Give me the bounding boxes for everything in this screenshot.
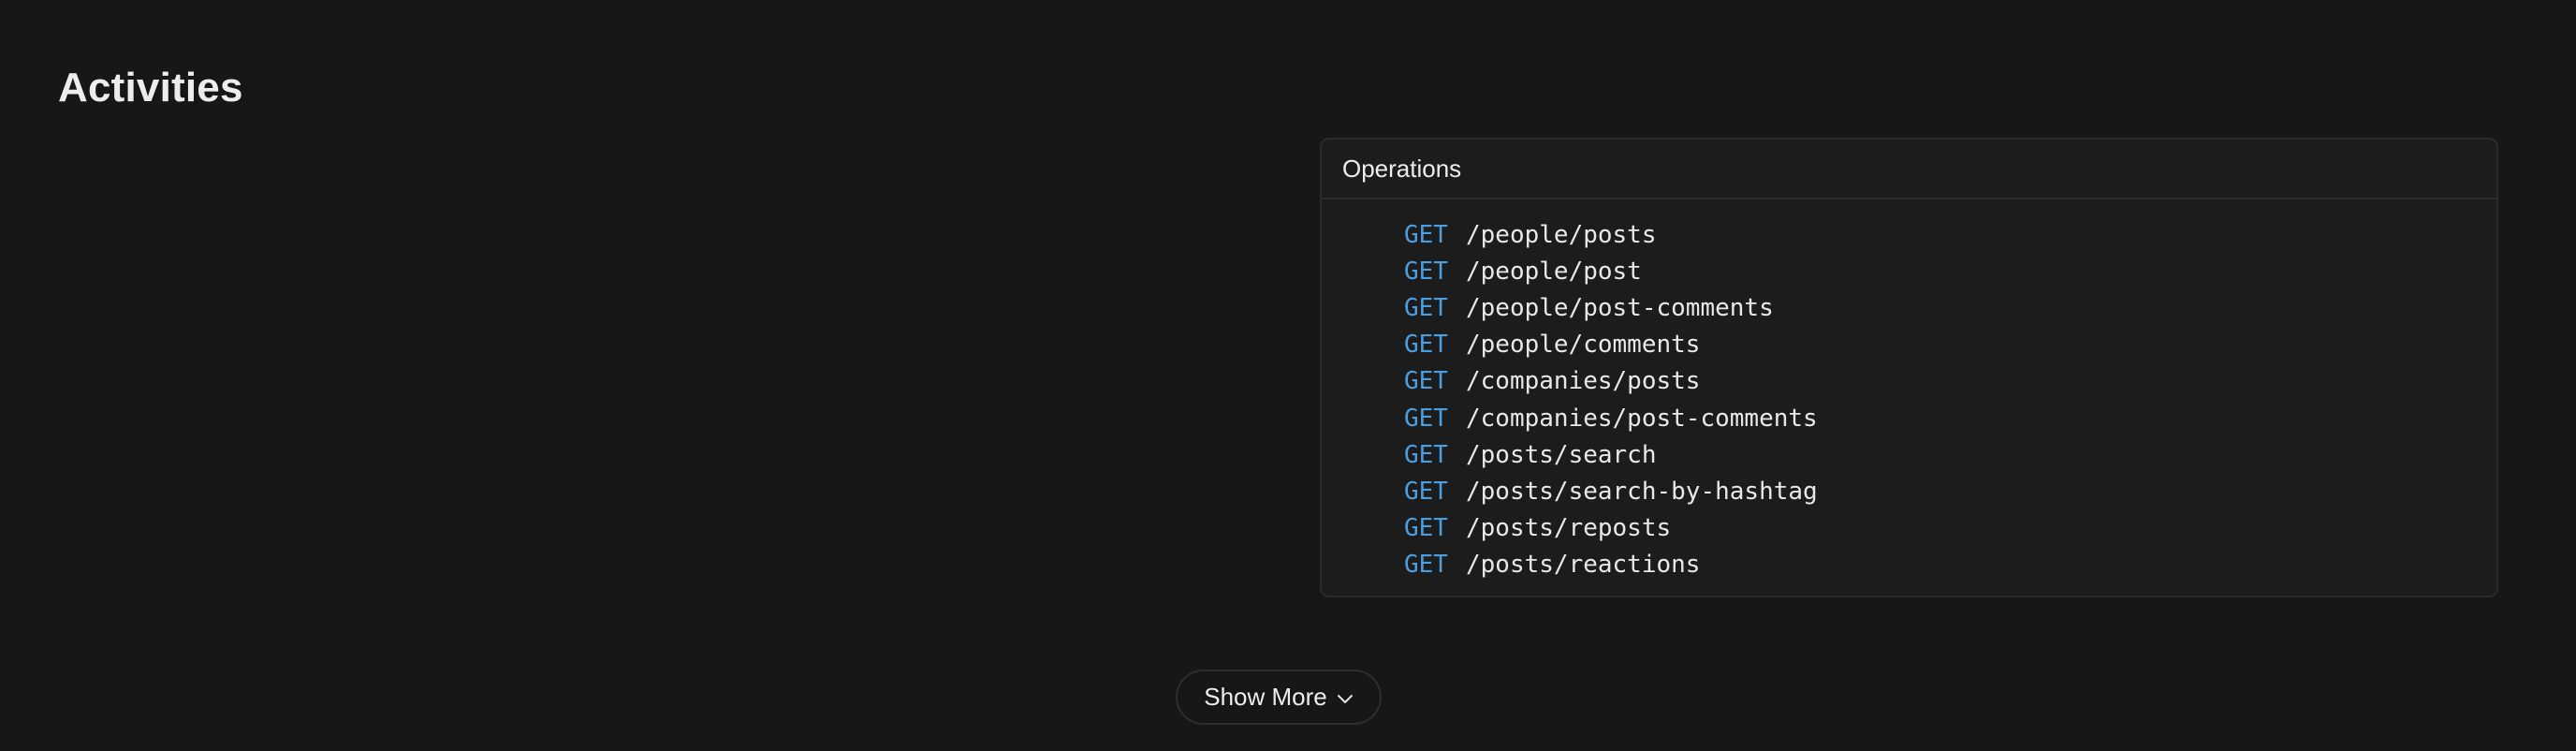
operation-item[interactable]: GET /people/post-comments [1404, 289, 1818, 326]
http-method: GET [1404, 514, 1448, 543]
chevron-down-icon [1337, 693, 1354, 704]
endpoint-path: /people/comments [1466, 331, 1701, 360]
endpoint-path: /posts/search [1466, 440, 1657, 469]
endpoint-path: /posts/reactions [1466, 551, 1701, 580]
http-method: GET [1404, 367, 1448, 396]
show-more-label: Show More [1204, 683, 1327, 711]
endpoint-path: /people/post [1466, 257, 1642, 286]
http-method: GET [1404, 220, 1448, 249]
http-method: GET [1404, 551, 1448, 580]
operation-item[interactable]: GET /posts/reposts [1404, 510, 1818, 547]
http-method: GET [1404, 440, 1448, 469]
operations-list: GET /people/posts GET /people/post GET /… [1404, 216, 1818, 583]
endpoint-path: /posts/search-by-hashtag [1466, 477, 1818, 506]
operation-item[interactable]: GET /people/comments [1404, 327, 1818, 363]
endpoint-path: /companies/post-comments [1466, 404, 1818, 433]
http-method: GET [1404, 477, 1448, 506]
operation-item[interactable]: GET /companies/post-comments [1404, 400, 1818, 436]
endpoint-path: /companies/posts [1466, 367, 1701, 396]
endpoint-path: /people/post-comments [1466, 293, 1774, 322]
operation-item[interactable]: GET /posts/search-by-hashtag [1404, 473, 1818, 509]
operations-panel: Operations GET /people/posts GET /people… [1320, 138, 2498, 597]
page-title: Activities [58, 65, 243, 110]
operation-item[interactable]: GET /posts/reactions [1404, 547, 1818, 583]
http-method: GET [1404, 331, 1448, 360]
http-method: GET [1404, 293, 1448, 322]
operation-item[interactable]: GET /companies/posts [1404, 363, 1818, 400]
endpoint-path: /posts/reposts [1466, 514, 1672, 543]
http-method: GET [1404, 257, 1448, 286]
operation-item[interactable]: GET /people/post [1404, 253, 1818, 289]
show-more-button[interactable]: Show More [1176, 670, 1382, 725]
http-method: GET [1404, 404, 1448, 433]
operations-header: Operations [1322, 140, 2496, 199]
endpoint-path: /people/posts [1466, 220, 1657, 249]
operation-item[interactable]: GET /people/posts [1404, 216, 1818, 253]
operation-item[interactable]: GET /posts/search [1404, 436, 1818, 473]
